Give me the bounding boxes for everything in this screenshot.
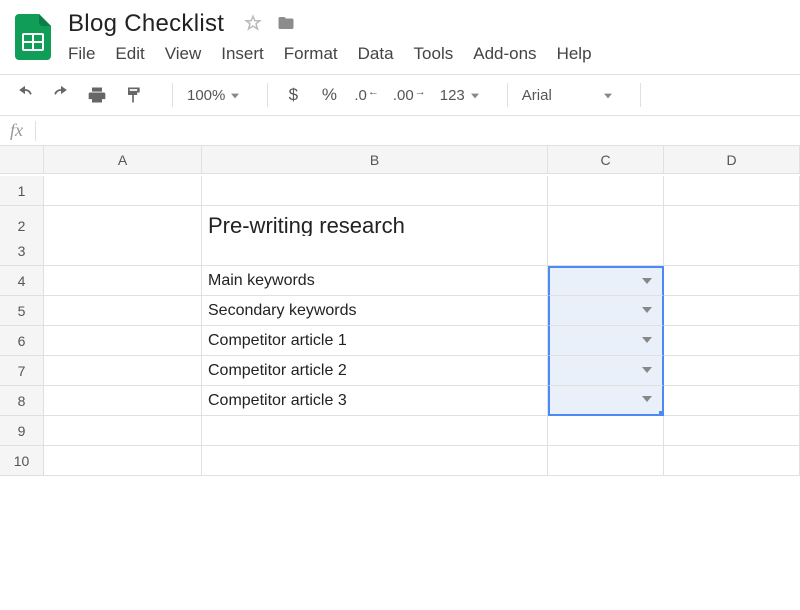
menu-edit[interactable]: Edit	[115, 44, 144, 64]
menu-view[interactable]: View	[165, 44, 202, 64]
increase-decimal-button[interactable]: .00→	[393, 81, 426, 109]
menu-data[interactable]: Data	[358, 44, 394, 64]
number-format-select[interactable]: 123	[440, 87, 479, 104]
cell-c1[interactable]	[548, 176, 664, 206]
format-currency-button[interactable]: $	[282, 81, 304, 109]
cell-d10[interactable]	[664, 446, 800, 476]
row-header-6[interactable]: 6	[0, 326, 44, 356]
cell-b5[interactable]: Secondary keywords	[202, 296, 548, 326]
cell-b1[interactable]	[202, 176, 548, 206]
cell-a8[interactable]	[44, 386, 202, 416]
cell-c10[interactable]	[548, 446, 664, 476]
doc-title[interactable]: Blog Checklist	[68, 10, 224, 38]
decrease-decimal-button[interactable]: .0←	[354, 81, 379, 109]
menu-insert[interactable]: Insert	[221, 44, 264, 64]
cell-a9[interactable]	[44, 416, 202, 446]
cell-c3[interactable]	[548, 236, 664, 266]
number-format-label: 123	[440, 87, 465, 104]
menu-file[interactable]: File	[68, 44, 95, 64]
row-header-8[interactable]: 8	[0, 386, 44, 416]
cell-b7[interactable]: Competitor article 2	[202, 356, 548, 386]
cell-d7[interactable]	[664, 356, 800, 386]
chevron-down-icon	[642, 332, 652, 350]
cell-b3[interactable]	[202, 236, 548, 266]
spreadsheet-grid[interactable]: A B C D 1 2 Pre-writing research 3 4 Mai…	[0, 146, 800, 476]
cell-c5-dropdown[interactable]	[548, 296, 664, 326]
print-button[interactable]	[86, 81, 108, 109]
cell-b6[interactable]: Competitor article 1	[202, 326, 548, 356]
col-header-d[interactable]: D	[664, 146, 800, 174]
cell-a3[interactable]	[44, 236, 202, 266]
undo-button[interactable]	[14, 81, 36, 109]
menu-addons[interactable]: Add-ons	[473, 44, 536, 64]
col-header-c[interactable]: C	[548, 146, 664, 174]
cell-b9[interactable]	[202, 416, 548, 446]
menubar: File Edit View Insert Format Data Tools …	[68, 44, 592, 64]
row-header-5[interactable]: 5	[0, 296, 44, 326]
menu-help[interactable]: Help	[557, 44, 592, 64]
formula-input[interactable]	[48, 122, 790, 140]
folder-icon[interactable]	[276, 19, 296, 35]
col-header-b[interactable]: B	[202, 146, 548, 174]
cell-a5[interactable]	[44, 296, 202, 326]
cell-d3[interactable]	[664, 236, 800, 266]
redo-button[interactable]	[50, 81, 72, 109]
cell-c4-dropdown[interactable]	[548, 266, 664, 296]
chevron-down-icon	[642, 273, 652, 291]
cell-c6-dropdown[interactable]	[548, 326, 664, 356]
cell-a4[interactable]	[44, 266, 202, 296]
row-header-9[interactable]: 9	[0, 416, 44, 446]
row-header-7[interactable]: 7	[0, 356, 44, 386]
cell-b10[interactable]	[202, 446, 548, 476]
cell-d1[interactable]	[664, 176, 800, 206]
chevron-down-icon	[642, 302, 652, 320]
font-select[interactable]: Arial	[522, 87, 612, 104]
menu-format[interactable]: Format	[284, 44, 338, 64]
row-header-4[interactable]: 4	[0, 266, 44, 296]
row-header-3[interactable]: 3	[0, 236, 44, 266]
dec-dec-label: .0	[354, 87, 367, 104]
font-label: Arial	[522, 87, 552, 104]
cell-d4[interactable]	[664, 266, 800, 296]
cell-c8-dropdown[interactable]	[548, 386, 664, 416]
paint-format-button[interactable]	[122, 81, 144, 109]
cell-d9[interactable]	[664, 416, 800, 446]
fx-label: fx	[10, 120, 23, 141]
inc-dec-label: .00	[393, 87, 414, 104]
chevron-down-icon	[642, 391, 652, 409]
cell-d5[interactable]	[664, 296, 800, 326]
cell-d6[interactable]	[664, 326, 800, 356]
chevron-down-icon	[471, 87, 479, 104]
cell-b8[interactable]: Competitor article 3	[202, 386, 548, 416]
cell-a1[interactable]	[44, 176, 202, 206]
chevron-down-icon	[604, 87, 612, 104]
chevron-down-icon	[231, 87, 239, 104]
zoom-select[interactable]: 100%	[187, 87, 239, 104]
cell-a10[interactable]	[44, 446, 202, 476]
col-header-a[interactable]: A	[44, 146, 202, 174]
menu-tools[interactable]: Tools	[414, 44, 454, 64]
cell-c7-dropdown[interactable]	[548, 356, 664, 386]
select-all-corner[interactable]	[0, 146, 44, 174]
cell-a7[interactable]	[44, 356, 202, 386]
format-percent-button[interactable]: %	[318, 81, 340, 109]
zoom-label: 100%	[187, 87, 225, 104]
chevron-down-icon	[642, 362, 652, 380]
cell-d8[interactable]	[664, 386, 800, 416]
star-icon[interactable]	[244, 19, 266, 35]
sheets-logo	[10, 14, 56, 60]
row-header-10[interactable]: 10	[0, 446, 44, 476]
toolbar: 100% $ % .0← .00→ 123 Arial	[0, 74, 800, 116]
cell-b4[interactable]: Main keywords	[202, 266, 548, 296]
cell-c9[interactable]	[548, 416, 664, 446]
cell-a6[interactable]	[44, 326, 202, 356]
row-header-1[interactable]: 1	[0, 176, 44, 206]
